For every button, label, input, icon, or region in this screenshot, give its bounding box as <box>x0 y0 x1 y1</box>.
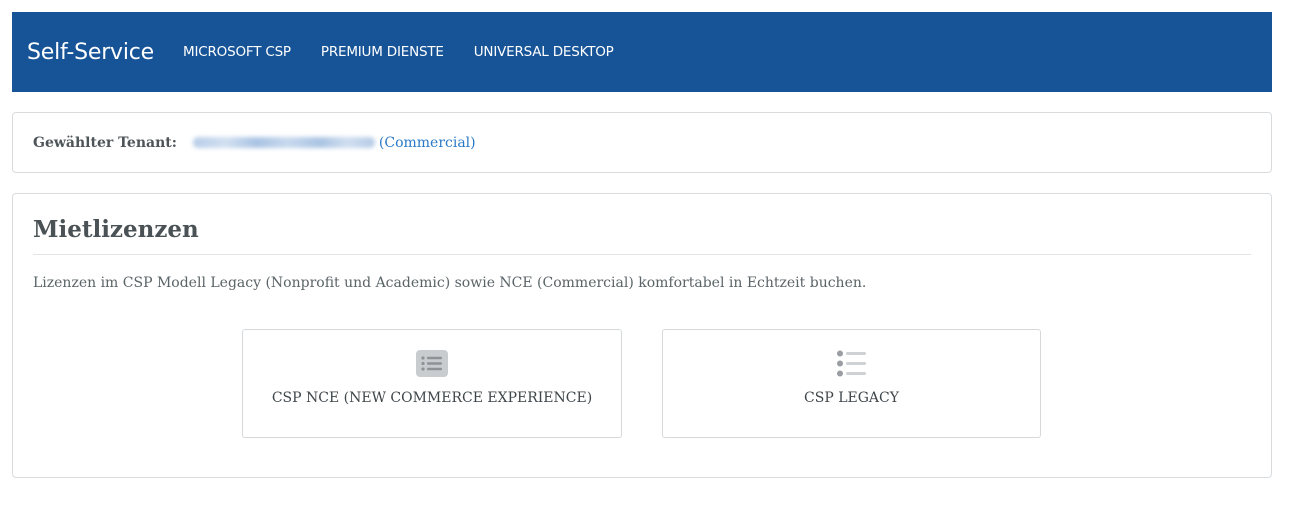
csp-nce-label: CSP NCE (NEW COMMERCE EXPERIENCE) <box>271 390 593 406</box>
tenant-label: Gewählter Tenant: <box>33 134 177 151</box>
panel-description: Lizenzen im CSP Modell Legacy (Nonprofit… <box>33 275 867 291</box>
panel-title: Mietlizenzen <box>33 216 199 243</box>
rental-licenses-panel: Mietlizenzen Lizenzen im CSP Modell Lega… <box>12 193 1272 478</box>
tenant-selector-box: Gewählter Tenant: (Commercial) <box>12 112 1272 173</box>
list-icon <box>836 350 866 377</box>
tenant-name-redacted[interactable] <box>192 137 375 148</box>
nav-item-microsoft-csp[interactable]: MICROSOFT CSP <box>183 44 291 60</box>
list-box-icon <box>416 350 448 377</box>
top-navbar: Self-Service MICROSOFT CSP PREMIUM DIENS… <box>12 12 1272 92</box>
nav-item-premium-dienste[interactable]: PREMIUM DIENSTE <box>321 44 444 60</box>
tenant-type-link[interactable]: (Commercial) <box>379 135 476 151</box>
csp-legacy-label: CSP LEGACY <box>804 390 899 406</box>
csp-nce-card[interactable]: CSP NCE (NEW COMMERCE EXPERIENCE) <box>242 329 622 438</box>
csp-legacy-card[interactable]: CSP LEGACY <box>662 329 1041 438</box>
brand-logo[interactable]: Self-Service <box>27 40 154 65</box>
panel-divider <box>33 254 1251 255</box>
nav-item-universal-desktop[interactable]: UNIVERSAL DESKTOP <box>474 44 614 60</box>
